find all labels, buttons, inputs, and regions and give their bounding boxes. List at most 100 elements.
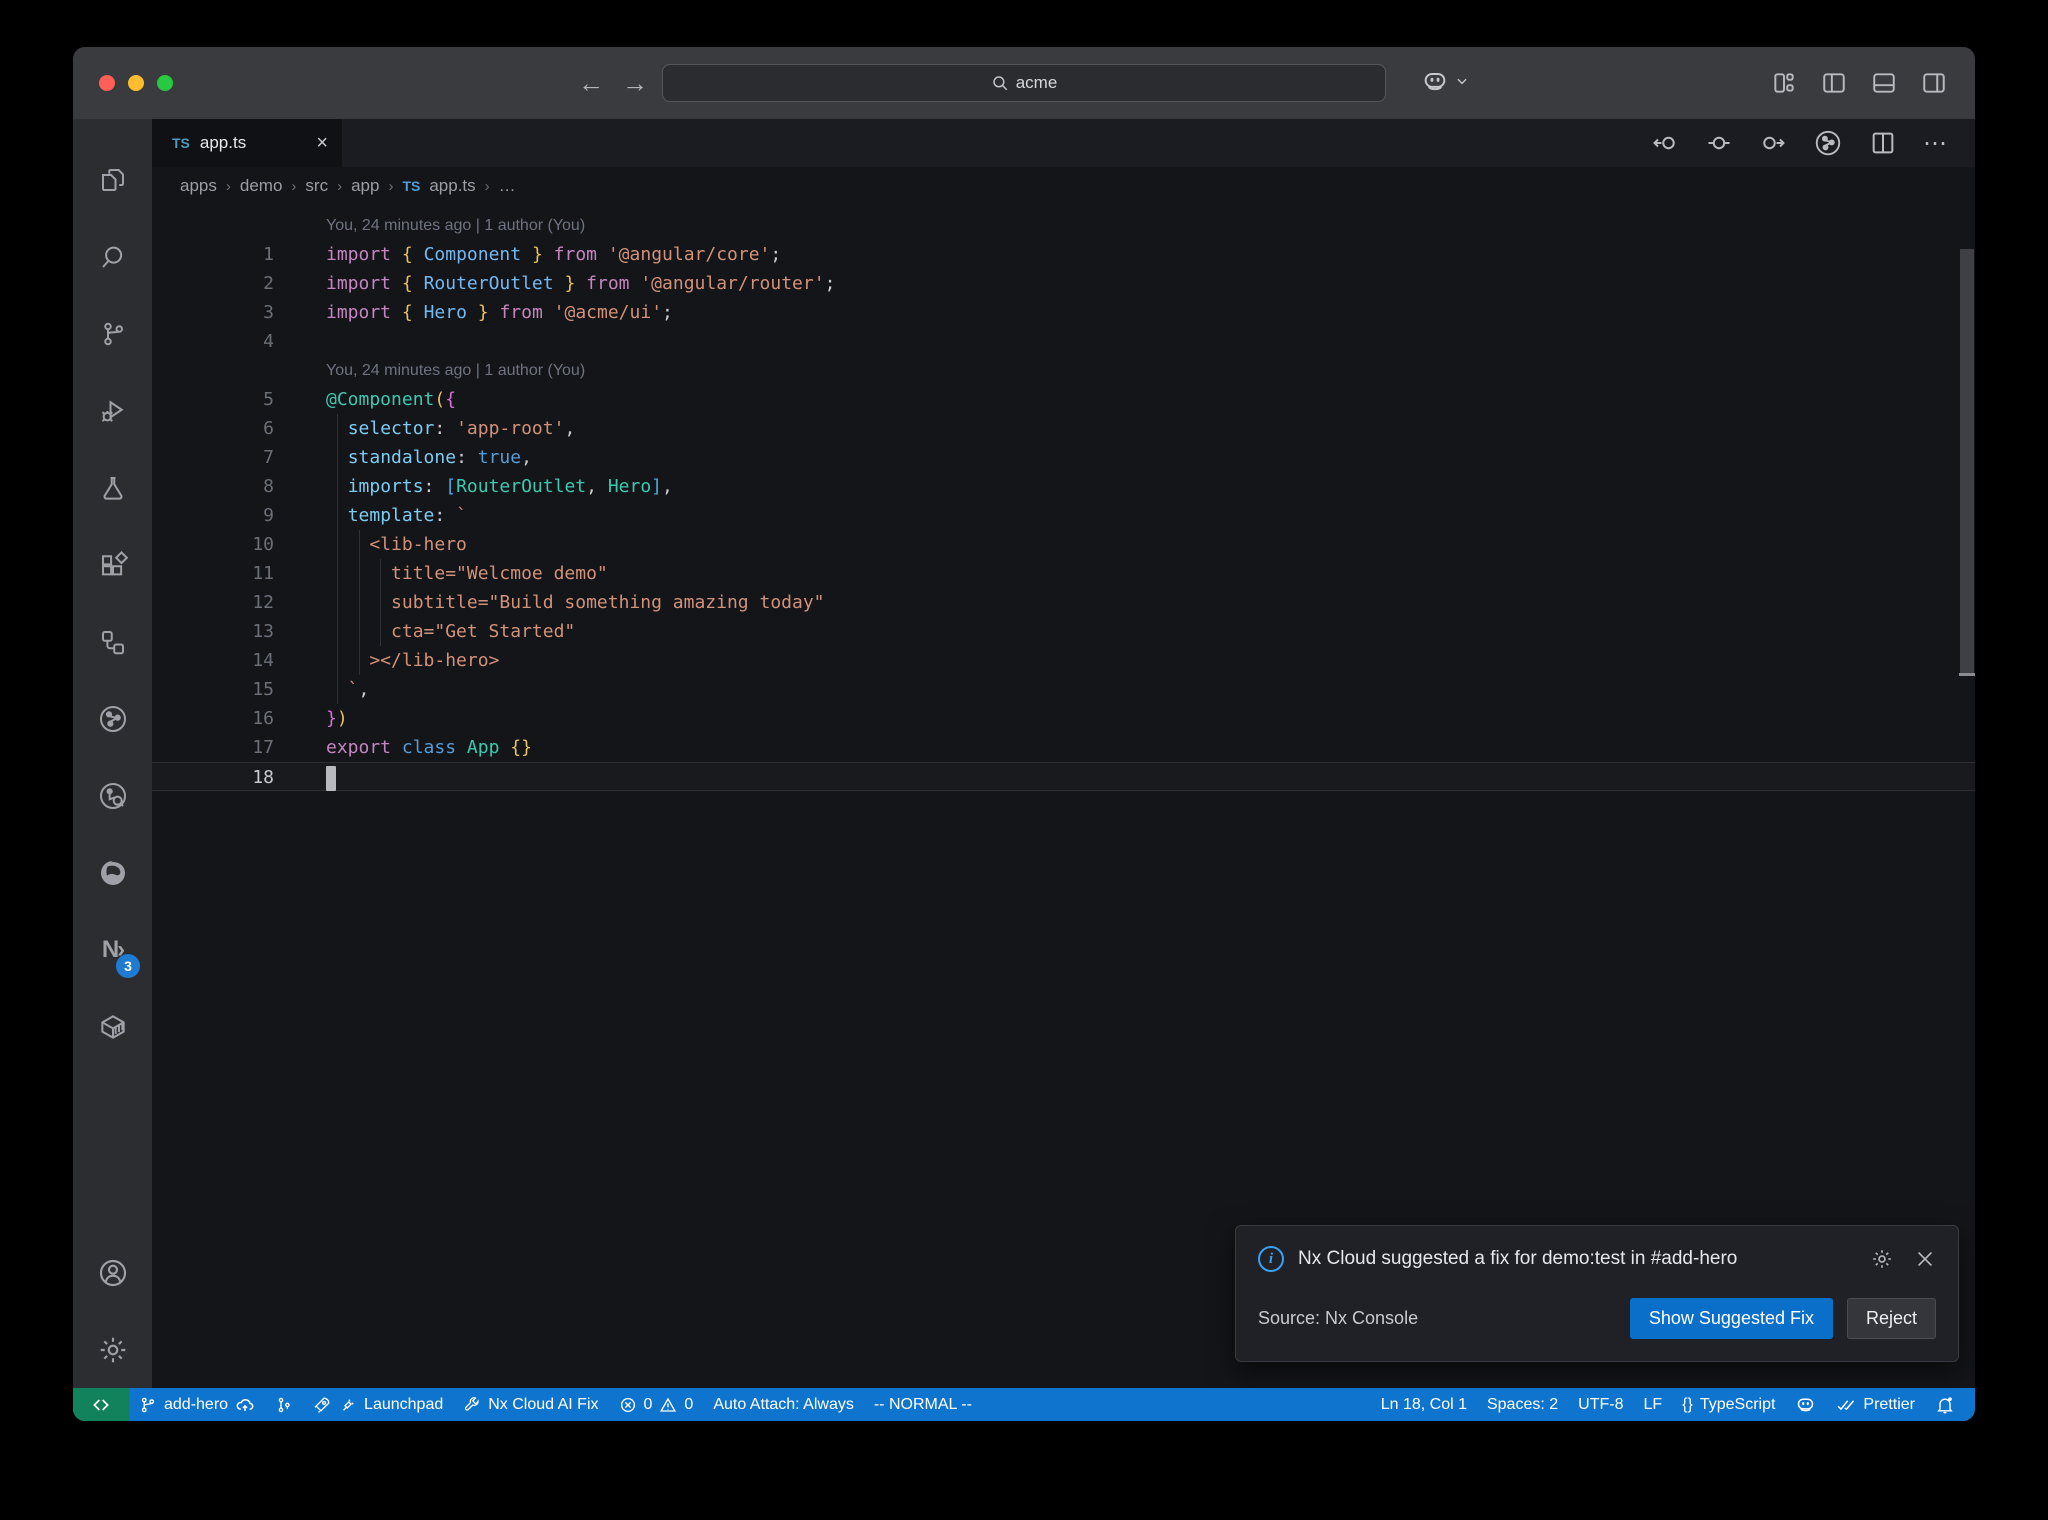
run-debug-icon[interactable]	[73, 372, 152, 449]
publish-cloud-icon	[235, 1395, 255, 1415]
edge-tools-icon[interactable]	[73, 834, 152, 911]
indent-guide	[336, 617, 338, 646]
reject-button[interactable]: Reject	[1846, 1298, 1936, 1339]
next-change-icon[interactable]	[1759, 129, 1787, 157]
line-number: 14	[252, 650, 274, 671]
zoom-window-button[interactable]	[157, 75, 173, 91]
line-number: 4	[263, 331, 274, 352]
tab-app-ts[interactable]: TS app.ts ×	[152, 119, 342, 167]
vscode-window: ← → acme N› 3 TS app.ts × ⋯ apps › demo …	[73, 47, 1975, 1421]
info-icon: i	[1258, 1246, 1284, 1272]
launchpad-status[interactable]: Launchpad	[303, 1388, 453, 1421]
code-editor[interactable]: You, 24 minutes ago | 1 author (You) 1 imp…	[152, 205, 1975, 1388]
tab-close-icon[interactable]: ×	[316, 132, 328, 155]
double-check-icon	[1836, 1395, 1856, 1415]
toggle-secondary-sidebar-icon[interactable]	[1921, 70, 1947, 96]
search-icon	[991, 74, 1009, 92]
breadcrumb-item[interactable]: app.ts	[429, 176, 475, 196]
copilot-icon	[1795, 1394, 1816, 1415]
navigate-back-icon[interactable]: ←	[578, 68, 604, 99]
indent-guide	[336, 588, 338, 617]
language-mode-status[interactable]: {} TypeScript	[1672, 1388, 1785, 1421]
notification-settings-gear-icon[interactable]	[1870, 1247, 1894, 1271]
containers-icon[interactable]	[73, 988, 152, 1065]
auto-attach-status[interactable]: Auto Attach: Always	[703, 1388, 864, 1421]
problems-status[interactable]: 0 0	[609, 1388, 704, 1421]
search-view-icon[interactable]	[73, 218, 152, 295]
open-commit-graph-icon[interactable]	[1813, 128, 1843, 158]
typescript-file-icon: TS	[172, 135, 190, 151]
indent-guide	[380, 617, 382, 646]
toggle-primary-sidebar-icon[interactable]	[1821, 70, 1847, 96]
breadcrumb-item[interactable]: src	[305, 176, 328, 196]
line-number: 8	[263, 476, 274, 497]
explorer-icon[interactable]	[73, 141, 152, 218]
indent-guide	[358, 588, 360, 617]
encoding-status[interactable]: UTF-8	[1568, 1388, 1633, 1421]
show-suggested-fix-button[interactable]: Show Suggested Fix	[1629, 1298, 1833, 1339]
code-line: 14 ></lib-hero>	[152, 646, 1975, 675]
code-line: 5 @Component({	[152, 385, 1975, 414]
command-center-search[interactable]: acme	[662, 64, 1386, 102]
copilot-icon[interactable]	[1421, 67, 1449, 95]
indentation-status[interactable]: Spaces: 2	[1477, 1388, 1568, 1421]
prettier-status[interactable]: Prettier	[1826, 1388, 1925, 1421]
indent-guide	[336, 472, 338, 501]
breadcrumb-item[interactable]: …	[499, 176, 516, 196]
blame-annotation-row: You, 24 minutes ago | 1 author (You)	[152, 356, 1975, 385]
indent-guide	[336, 646, 338, 675]
nx-console-icon[interactable]: N› 3	[73, 911, 152, 988]
commit-graph-icon[interactable]	[73, 680, 152, 757]
eol-status[interactable]: LF	[1633, 1388, 1672, 1421]
search-commits-icon[interactable]	[73, 757, 152, 834]
warning-icon	[659, 1396, 677, 1414]
toggle-panel-icon[interactable]	[1871, 70, 1897, 96]
customize-layout-icon[interactable]	[1771, 70, 1797, 96]
minimize-window-button[interactable]	[128, 75, 144, 91]
code-lines: You, 24 minutes ago | 1 author (You) 1 imp…	[152, 211, 1975, 791]
scrollbar-thumb[interactable]	[1960, 249, 1974, 673]
previous-change-icon[interactable]	[1651, 129, 1679, 157]
code-line: 9 template: `	[152, 501, 1975, 530]
line-number: 13	[252, 621, 274, 642]
tab-label: app.ts	[199, 133, 247, 152]
indent-guide	[336, 675, 338, 704]
breadcrumb-item[interactable]: app	[351, 176, 379, 196]
current-change-icon[interactable]	[1705, 129, 1733, 157]
source-control-icon[interactable]	[73, 295, 152, 372]
notifications-bell-icon[interactable]	[1925, 1388, 1965, 1421]
commit-graph-icon	[275, 1396, 293, 1414]
accounts-icon[interactable]	[73, 1234, 152, 1311]
project-graph-icon[interactable]	[73, 603, 152, 680]
cursor-position-status[interactable]: Ln 18, Col 1	[1371, 1388, 1477, 1421]
git-branch-status[interactable]: add-hero	[129, 1388, 265, 1421]
more-actions-icon[interactable]: ⋯	[1923, 129, 1949, 158]
error-icon	[619, 1396, 637, 1414]
breadcrumb-item[interactable]: apps	[180, 176, 217, 196]
copilot-status[interactable]	[1785, 1388, 1826, 1421]
code-line: 6 selector: 'app-root',	[152, 414, 1975, 443]
editor-scrollbar[interactable]	[1959, 205, 1975, 1388]
tab-strip: TS app.ts × ⋯	[152, 119, 1975, 167]
commit-graph-status[interactable]	[265, 1388, 303, 1421]
wrench-icon	[463, 1396, 481, 1414]
remote-indicator[interactable]	[73, 1388, 129, 1421]
typescript-file-icon: TS	[402, 178, 421, 194]
breadcrumb-item[interactable]: demo	[240, 176, 283, 196]
indent-guide	[336, 501, 338, 530]
settings-gear-icon[interactable]	[73, 1311, 152, 1388]
indent-guide	[358, 646, 360, 675]
notification-close-icon[interactable]	[1914, 1247, 1936, 1271]
line-number: 6	[263, 418, 274, 439]
navigate-forward-icon[interactable]: →	[622, 68, 648, 99]
nx-cloud-fix-status[interactable]: Nx Cloud AI Fix	[453, 1388, 608, 1421]
close-window-button[interactable]	[99, 75, 115, 91]
text-cursor	[326, 765, 336, 791]
code-line: 7 standalone: true,	[152, 443, 1975, 472]
code-line: 13 cta="Get Started"	[152, 617, 1975, 646]
scrollbar-cursor-marker	[1959, 673, 1975, 676]
extensions-icon[interactable]	[73, 526, 152, 603]
split-editor-icon[interactable]	[1869, 129, 1897, 157]
testing-icon[interactable]	[73, 449, 152, 526]
vim-mode-status[interactable]: -- NORMAL --	[864, 1388, 982, 1421]
